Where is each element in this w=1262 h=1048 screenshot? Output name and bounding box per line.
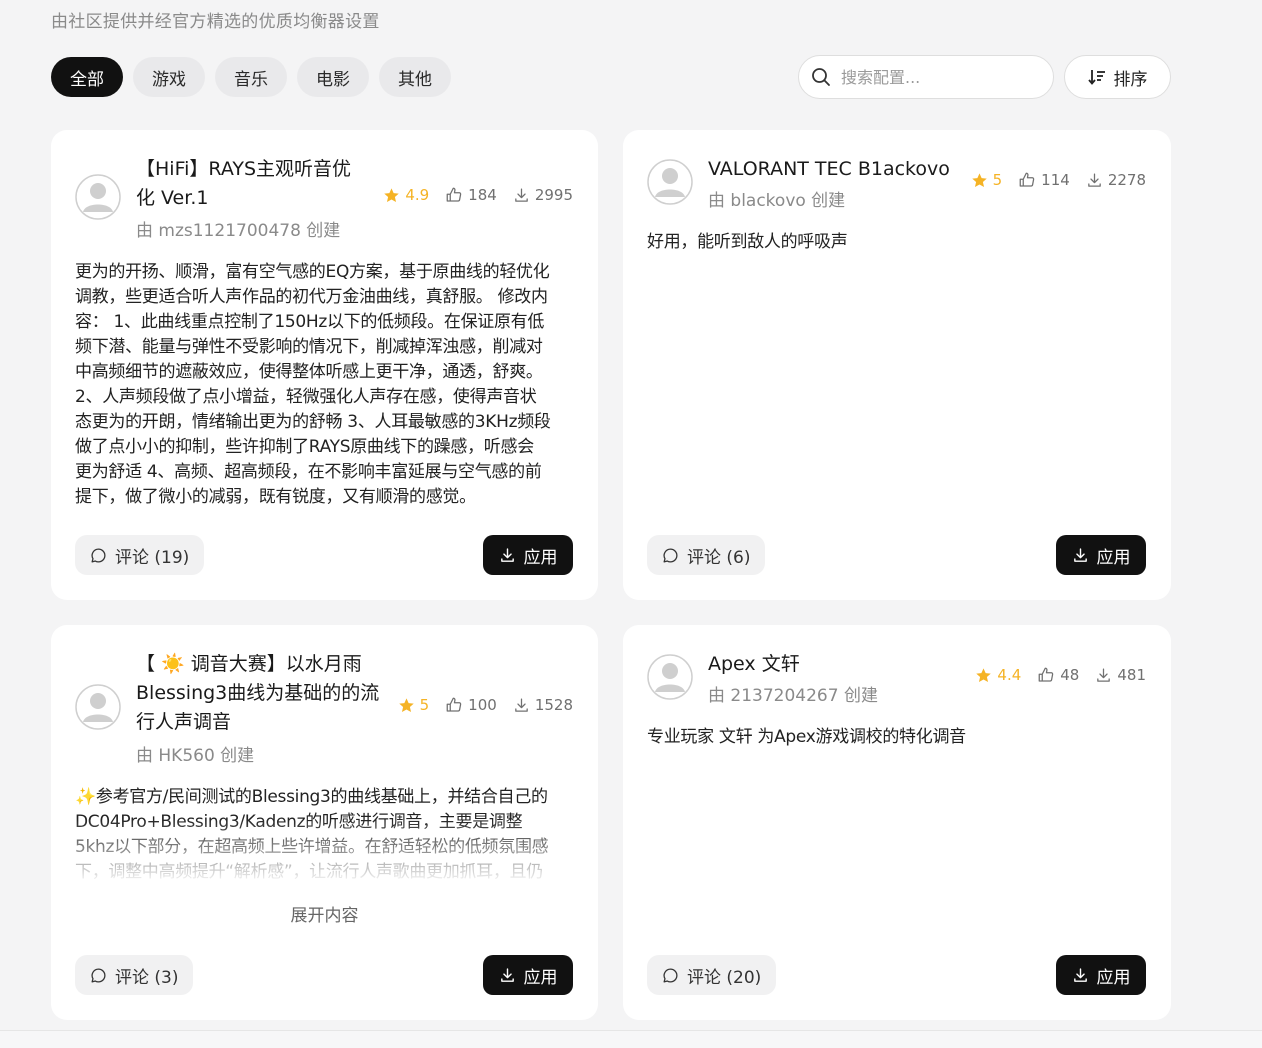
- apply-button[interactable]: 应用: [483, 955, 573, 995]
- star-icon: [384, 187, 400, 202]
- preset-stats: 4.4 48 481: [975, 666, 1146, 684]
- preset-title[interactable]: 【 ☀️ 调音大赛】以水月雨 Blessing3曲线为基础的的流 行人声调音: [136, 650, 379, 737]
- avatar: [75, 684, 121, 730]
- preset-title[interactable]: Apex 文轩: [708, 650, 800, 679]
- search-icon: [812, 68, 830, 86]
- thumbs-up-icon: [446, 697, 462, 712]
- page-subtitle: 由社区提供并经官方精选的优质均衡器设置: [51, 12, 380, 32]
- preset-creator: 由 mzs1121700478 创建: [136, 221, 341, 241]
- avatar: [647, 654, 693, 700]
- tab-movies[interactable]: 电影: [297, 57, 369, 97]
- preset-creator: 由 2137204267 创建: [708, 686, 878, 706]
- star-icon: [398, 697, 414, 712]
- search-input[interactable]: [841, 67, 1031, 87]
- comment-icon: [663, 967, 678, 983]
- comment-icon: [663, 547, 678, 563]
- preset-description: 专业玩家 文轩 为Apex游戏调校的特化调音: [647, 727, 966, 747]
- rating: 5: [398, 696, 429, 714]
- star-icon: [976, 667, 992, 682]
- likes[interactable]: 100: [445, 696, 497, 714]
- tab-games[interactable]: 游戏: [133, 57, 205, 97]
- rating: 4.9: [383, 186, 429, 204]
- preset-title[interactable]: VALORANT TEC B1ackovo: [708, 155, 950, 184]
- downloads: 2278: [1086, 171, 1146, 189]
- preset-description: 更为的开扬、顺滑，富有空气感的EQ方案，基于原曲线的轻优化 调教，些更适合听人声…: [75, 262, 551, 507]
- download-icon: [1088, 172, 1101, 187]
- comments-button[interactable]: 评论 (20): [647, 955, 777, 995]
- downloads: 1528: [513, 696, 573, 714]
- comments-button[interactable]: 评论 (19): [75, 535, 205, 575]
- downloads: 2995: [513, 186, 573, 204]
- preset-card: Apex 文轩 由 2137204267 创建 4.4 48 481 专业玩家 …: [623, 625, 1171, 1020]
- sort-label: 排序: [1113, 69, 1148, 90]
- sort-icon: [1087, 70, 1105, 85]
- category-tabs: 全部 游戏 音乐 电影 其他: [51, 57, 451, 97]
- apply-button[interactable]: 应用: [1056, 955, 1146, 995]
- preset-card: VALORANT TEC B1ackovo 由 blackovo 创建 5 11…: [623, 130, 1171, 600]
- likes[interactable]: 48: [1037, 666, 1079, 684]
- expand-content-link[interactable]: 展开内容: [51, 901, 598, 926]
- rating: 4.4: [975, 666, 1021, 684]
- download-icon: [515, 187, 528, 202]
- download-icon: [500, 967, 514, 982]
- avatar: [75, 174, 121, 220]
- tab-music[interactable]: 音乐: [215, 57, 287, 97]
- download-icon: [1073, 967, 1087, 982]
- comments-button[interactable]: 评论 (3): [75, 955, 194, 995]
- thumbs-up-icon: [446, 187, 462, 202]
- apply-button[interactable]: 应用: [1056, 535, 1146, 575]
- preset-stats: 5 114 2278: [971, 171, 1146, 189]
- download-icon: [515, 697, 528, 712]
- likes[interactable]: 114: [1018, 171, 1070, 189]
- apply-button[interactable]: 应用: [483, 535, 573, 575]
- comment-icon: [91, 547, 106, 563]
- rating: 5: [971, 171, 1002, 189]
- sort-button[interactable]: 排序: [1064, 55, 1171, 99]
- preset-description: 好用，能听到敌人的呼吸声: [647, 232, 848, 252]
- download-icon: [1073, 547, 1087, 562]
- thumbs-up-icon: [1038, 667, 1054, 682]
- preset-card: 【 ☀️ 调音大赛】以水月雨 Blessing3曲线为基础的的流 行人声调音 由…: [51, 625, 598, 1020]
- preset-creator: 由 HK560 创建: [136, 746, 255, 766]
- eq-presets-page: 由社区提供并经官方精选的优质均衡器设置 全部 游戏 音乐 电影 其他 排序: [0, 0, 1262, 1048]
- downloads: 481: [1095, 666, 1146, 684]
- preset-card: 【HiFi】RAYS主观听音优 化 Ver.1 由 mzs1121700478 …: [51, 130, 598, 600]
- thumbs-up-icon: [1019, 172, 1035, 187]
- likes[interactable]: 184: [445, 186, 497, 204]
- search-box[interactable]: [798, 55, 1054, 99]
- star-icon: [971, 172, 987, 187]
- comments-button[interactable]: 评论 (6): [647, 535, 766, 575]
- preset-description: ✨参考官方/民间测试的Blessing3的曲线基础上，并结合自己的 DC04Pr…: [75, 787, 549, 881]
- preset-creator: 由 blackovo 创建: [708, 191, 846, 211]
- download-icon: [500, 547, 514, 562]
- preset-stats: 4.9 184 2995: [383, 186, 573, 204]
- download-icon: [1097, 667, 1111, 682]
- comment-icon: [91, 967, 106, 983]
- preset-title[interactable]: 【HiFi】RAYS主观听音优 化 Ver.1: [136, 155, 351, 213]
- tab-all[interactable]: 全部: [51, 57, 123, 97]
- bottom-bar: [0, 1030, 1262, 1048]
- preset-stats: 5 100 1528: [398, 696, 573, 714]
- tab-other[interactable]: 其他: [379, 57, 451, 97]
- avatar: [647, 159, 693, 205]
